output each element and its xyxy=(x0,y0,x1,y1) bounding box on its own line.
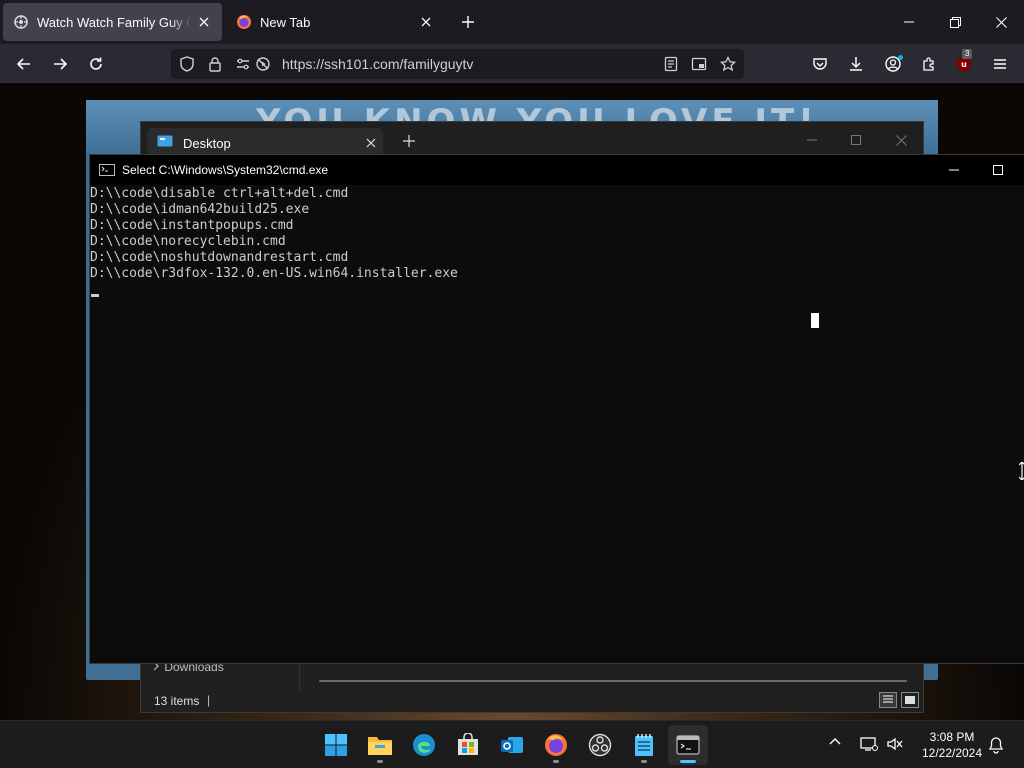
tracking-protection-shield-icon[interactable] xyxy=(177,54,197,74)
bookmark-star-icon[interactable] xyxy=(718,54,738,74)
obs-icon xyxy=(588,733,612,757)
explorer-minimize-icon[interactable] xyxy=(789,126,835,154)
running-indicator xyxy=(641,760,647,763)
extension-badge: 3 xyxy=(962,49,973,59)
command-prompt-window[interactable]: Select C:\Windows\System32\cmd.exe D:\\c… xyxy=(89,154,1024,664)
autoplay-blocked-icon[interactable] xyxy=(253,54,273,74)
explorer-horizontal-scrollbar[interactable] xyxy=(319,680,907,682)
start-button[interactable] xyxy=(316,725,356,765)
explorer-status-bar: 13 items | xyxy=(141,688,923,712)
status-separator: | xyxy=(207,693,211,707)
account-icon[interactable] xyxy=(879,50,907,78)
browser-close-icon[interactable] xyxy=(978,0,1024,44)
tab-close-icon[interactable] xyxy=(414,10,438,34)
explorer-tab-close-icon[interactable] xyxy=(359,138,383,148)
url-text: https://ssh101.com/familyguytv xyxy=(282,56,474,72)
taskbar-edge[interactable] xyxy=(404,725,444,765)
edge-icon xyxy=(413,734,435,756)
reload-icon[interactable] xyxy=(82,50,110,78)
lock-icon[interactable] xyxy=(205,54,225,74)
cmd-output-line: D:\\code\idman642build25.exe xyxy=(90,202,310,217)
cmd-output-line: D:\\code\instantpopups.cmd xyxy=(90,218,294,233)
cmd-output-line: D:\\code\disable ctrl+alt+del.cmd xyxy=(90,186,349,201)
outlook-icon xyxy=(501,737,523,753)
desktop-folder-icon xyxy=(157,135,173,152)
cmd-output[interactable]: D:\\code\disable ctrl+alt+del.cmd D:\\cod… xyxy=(90,186,458,282)
notification-bell-icon[interactable] xyxy=(988,736,1004,759)
taskbar-notepad[interactable] xyxy=(624,725,664,765)
firefox-icon xyxy=(545,734,567,756)
cmd-output-line: D:\\code\r3dfox-132.0.en-US.win64.instal… xyxy=(90,266,458,281)
clock-date: 12/22/2024 xyxy=(921,746,983,760)
forward-arrow-icon[interactable] xyxy=(46,50,74,78)
permissions-icon[interactable] xyxy=(233,54,253,74)
cmd-maximize-icon[interactable] xyxy=(975,155,1021,185)
windows-logo-icon xyxy=(325,734,347,756)
back-arrow-icon[interactable] xyxy=(10,50,38,78)
explorer-close-icon[interactable] xyxy=(878,126,924,154)
resize-cursor-icon xyxy=(1018,461,1024,485)
explorer-maximize-icon[interactable] xyxy=(833,126,879,154)
console-cursor xyxy=(91,294,99,297)
explorer-tab-title: Desktop xyxy=(183,135,231,151)
browser-tab-strip: Watch Watch Family Guy Online New Tab xyxy=(0,0,1024,44)
pocket-icon[interactable] xyxy=(806,50,834,78)
windows-taskbar: 3:08 PM 12/22/2024 xyxy=(0,720,1024,768)
taskbar-outlook[interactable] xyxy=(492,725,532,765)
browser-navigation-bar: https://ssh101.com/familyguytv u 3 xyxy=(0,44,1024,84)
taskbar-terminal[interactable] xyxy=(668,725,708,765)
running-indicator xyxy=(377,760,383,763)
new-tab-plus-icon[interactable] xyxy=(456,10,480,34)
running-indicator xyxy=(553,760,559,763)
tab-watch-family-guy[interactable]: Watch Watch Family Guy Online xyxy=(3,3,222,41)
item-count: 13 items xyxy=(154,694,200,708)
cmd-window-icon xyxy=(99,164,115,176)
cmd-window-title: Select C:\Windows\System32\cmd.exe xyxy=(122,163,329,177)
folder-icon xyxy=(368,737,392,755)
svg-text:u: u xyxy=(961,60,967,69)
cmd-minimize-icon[interactable] xyxy=(931,155,977,185)
tab-new-tab[interactable]: New Tab xyxy=(226,3,444,41)
large-icons-view-icon[interactable] xyxy=(901,692,919,708)
picture-in-picture-icon[interactable] xyxy=(689,54,709,74)
taskbar-obs-studio[interactable] xyxy=(580,725,620,765)
taskbar-firefox[interactable] xyxy=(536,725,576,765)
system-clock[interactable]: 3:08 PM 12/22/2024 xyxy=(914,729,990,761)
clock-time: 3:08 PM xyxy=(929,730,975,744)
account-notification-dot xyxy=(898,55,903,60)
taskbar-file-explorer[interactable] xyxy=(360,725,400,765)
extensions-puzzle-icon[interactable] xyxy=(915,50,943,78)
reader-view-icon[interactable] xyxy=(661,54,681,74)
volume-muted-icon[interactable] xyxy=(886,736,904,757)
store-icon xyxy=(458,733,478,755)
browser-restore-icon[interactable] xyxy=(932,0,978,44)
downloads-icon[interactable] xyxy=(842,50,870,78)
network-icon[interactable] xyxy=(860,736,878,757)
site-favicon-icon xyxy=(13,14,29,30)
tab-close-icon[interactable] xyxy=(192,10,216,34)
tab-title: New Tab xyxy=(260,14,311,30)
taskbar-microsoft-store[interactable] xyxy=(448,725,488,765)
explorer-new-tab-plus-icon[interactable] xyxy=(403,134,415,152)
terminal-icon xyxy=(676,735,700,755)
browser-minimize-icon[interactable] xyxy=(886,0,932,44)
firefox-icon xyxy=(236,14,252,30)
url-bar[interactable]: https://ssh101.com/familyguytv xyxy=(171,49,744,79)
cmd-output-line: D:\\code\norecyclebin.cmd xyxy=(90,234,286,249)
active-indicator xyxy=(680,760,696,763)
cmd-output-line: D:\\code\noshutdownandrestart.cmd xyxy=(90,250,349,265)
tab-title: Watch Watch Family Guy Online xyxy=(37,14,192,30)
details-view-icon[interactable] xyxy=(879,692,897,708)
cmd-titlebar[interactable]: Select C:\Windows\System32\cmd.exe xyxy=(90,155,1024,185)
explorer-titlebar: Desktop xyxy=(141,122,923,158)
hamburger-menu-icon[interactable] xyxy=(986,50,1014,78)
text-selection-cursor xyxy=(811,313,819,328)
notepad-icon xyxy=(635,734,653,756)
show-hidden-icons-chevron-up-icon[interactable] xyxy=(828,735,842,754)
